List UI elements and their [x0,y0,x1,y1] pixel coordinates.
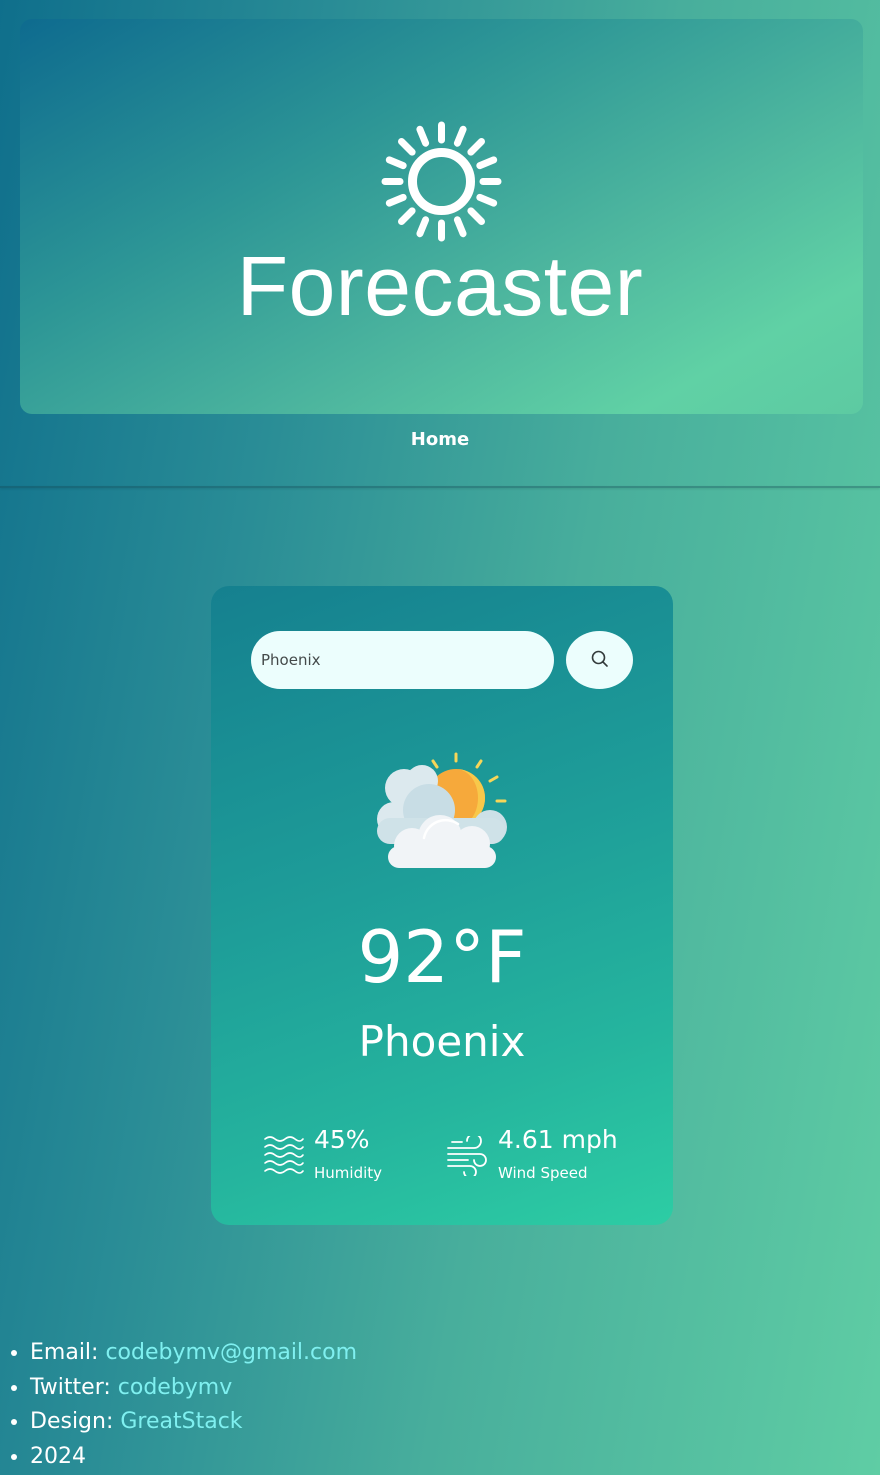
sun-icon [381,121,502,242]
footer-year: 2024 [30,1444,86,1470]
search-icon [591,650,608,667]
partly-cloudy-icon [377,752,507,868]
humidity-waves-icon [264,1136,304,1174]
footer-design-label: Design: [30,1409,114,1435]
wind-speed-label: Wind Speed [498,1164,588,1182]
app-title: Forecaster [236,239,644,333]
wind-icon [447,1136,487,1176]
footer-twitter-item: Twitter: codebymv [30,1371,357,1406]
footer-twitter-label: Twitter: [30,1374,111,1400]
humidity-label: Humidity [314,1164,383,1182]
search-input[interactable] [251,631,554,689]
footer-design-item: Design: GreatStack [30,1405,357,1440]
wind-speed-value: 4.61 mph [498,1125,618,1154]
footer-twitter-link[interactable]: codebymv [118,1375,233,1400]
search-button[interactable] [566,631,633,689]
temperature: 92°F [357,915,527,999]
nav-home-link[interactable]: Home [0,428,880,452]
city-name: Phoenix [358,1017,526,1066]
footer-email-item: Email: codebymv@gmail.com [30,1336,357,1371]
footer-contact-list: Email: codebymv@gmail.com Twitter: codeb… [0,1336,357,1475]
footer-design-link[interactable]: GreatStack [120,1409,242,1434]
footer-year-item: 2024 [30,1440,357,1475]
nav-divider [0,486,880,488]
footer-email-link[interactable]: codebymv@gmail.com [105,1340,357,1365]
humidity-value: 45% [314,1125,370,1154]
footer-email-label: Email: [30,1340,99,1365]
